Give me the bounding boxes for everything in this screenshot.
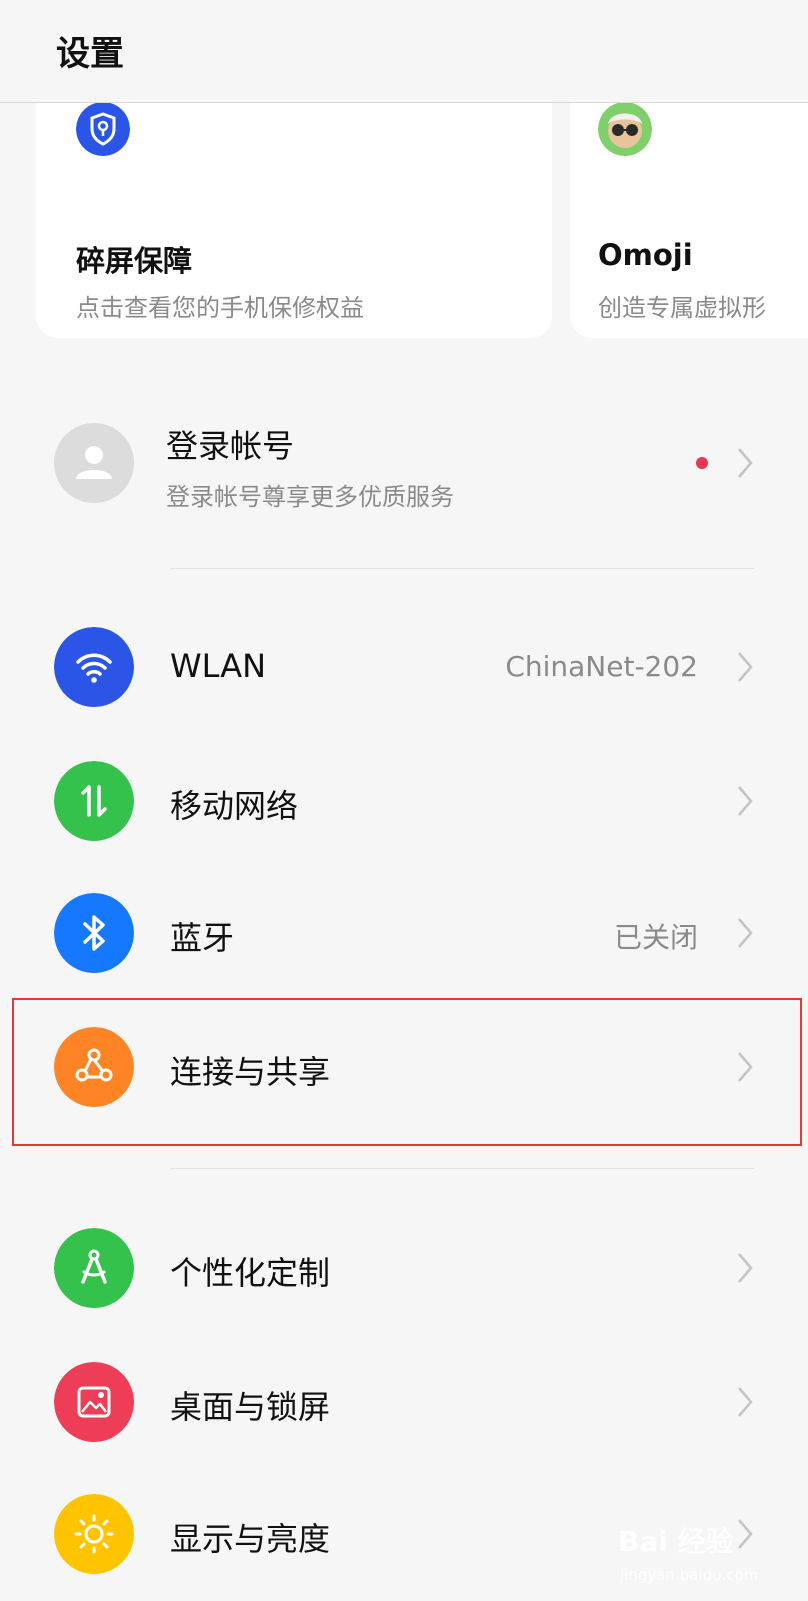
highlight-annotation-box (12, 998, 802, 1146)
chevron-right-icon (738, 448, 753, 478)
settings-item-label: 蓝牙 (170, 919, 235, 957)
avatar (54, 423, 134, 503)
settings-item-value: 已关闭 (613, 921, 698, 954)
chevron-right-icon (738, 652, 753, 682)
compass-icon (54, 1228, 134, 1308)
wifi-icon (54, 627, 134, 707)
card-title: 碎屏保障 (76, 244, 193, 278)
settings-item-wallpaper-lockscreen[interactable]: 桌面与锁屏 (0, 1335, 808, 1469)
card-subtitle: 点击查看您的手机保修权益 (76, 294, 364, 322)
mobile-data-icon (54, 761, 134, 841)
notification-dot (696, 457, 708, 469)
top-bar: 设置 (0, 0, 808, 103)
omoji-avatar-icon (598, 102, 652, 156)
picture-icon (54, 1362, 134, 1442)
account-subtitle: 登录帐号尊享更多优质服务 (166, 483, 454, 511)
divider (170, 568, 754, 569)
shield-key-icon (76, 102, 130, 156)
chevron-right-icon (738, 1519, 753, 1549)
chevron-right-icon (738, 1253, 753, 1283)
chevron-right-icon (738, 1387, 753, 1417)
account-title: 登录帐号 (166, 427, 295, 465)
settings-item-mobile-network[interactable]: 移动网络 (0, 734, 808, 868)
settings-item-bluetooth[interactable]: 蓝牙 已关闭 (0, 866, 808, 1000)
settings-item-label: 桌面与锁屏 (170, 1388, 331, 1426)
card-title: Omoji (598, 238, 693, 272)
card-subtitle: 创造专属虚拟形 (598, 294, 766, 322)
bluetooth-icon (54, 893, 134, 973)
account-login-row[interactable]: 登录帐号 登录帐号尊享更多优质服务 (0, 405, 808, 525)
watermark-url: jingyan.baidu.com (620, 1566, 759, 1584)
sun-icon (54, 1494, 134, 1574)
settings-item-value: ChinaNet-202 (505, 650, 698, 683)
chevron-right-icon (738, 786, 753, 816)
watermark-logo: Bai 经验 (618, 1525, 734, 1558)
settings-item-label: 显示与亮度 (170, 1520, 331, 1558)
settings-item-label: WLAN (170, 647, 267, 685)
settings-item-personalization[interactable]: 个性化定制 (0, 1201, 808, 1335)
settings-item-label: 移动网络 (170, 787, 299, 825)
divider (170, 1168, 754, 1169)
settings-item-label: 个性化定制 (170, 1254, 331, 1292)
settings-item-wlan[interactable]: WLAN ChinaNet-202 (0, 600, 808, 734)
chevron-right-icon (738, 918, 753, 948)
page-title: 设置 (56, 34, 124, 74)
